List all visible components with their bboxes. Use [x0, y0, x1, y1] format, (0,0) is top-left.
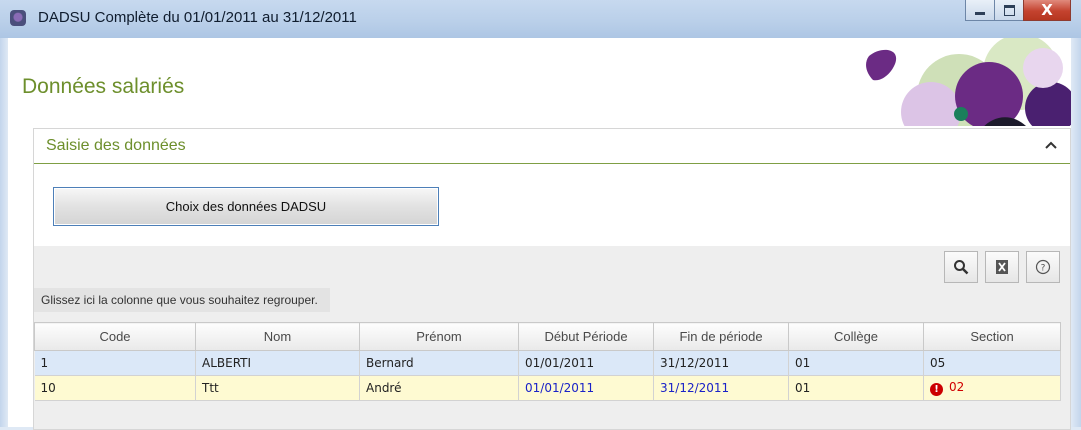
table-row[interactable]: 1 ALBERTI Bernard 01/01/2011 31/12/2011 … [34, 350, 1061, 376]
help-button[interactable]: ? [1026, 251, 1060, 283]
cell-college[interactable]: 01 [788, 375, 924, 401]
title-bar: DADSU Complète du 01/01/2011 au 31/12/20… [0, 0, 1081, 39]
minimize-button[interactable] [965, 0, 995, 21]
choose-dadsu-data-button[interactable]: Choix des données DADSU [53, 187, 439, 226]
cell-nom[interactable]: Ttt [195, 375, 360, 401]
cell-prenom[interactable]: Bernard [359, 350, 519, 376]
cell-code[interactable]: 1 [34, 350, 196, 376]
group-by-drop-area[interactable]: Glissez ici la colonne que vous souhaite… [34, 288, 330, 312]
table-header-row: Code Nom Prénom Début Période Fin de pér… [34, 322, 1061, 351]
chevron-up-icon[interactable] [1044, 138, 1058, 152]
cell-code[interactable]: 10 [34, 375, 196, 401]
cell-section-error[interactable]: ! 02 [923, 375, 1061, 401]
close-icon: X [1041, 0, 1053, 19]
minimize-icon [975, 12, 985, 15]
cell-prenom[interactable]: André [359, 375, 519, 401]
section-header[interactable]: Saisie des données [34, 129, 1070, 164]
column-header-section[interactable]: Section [923, 322, 1061, 351]
choice-area: Choix des données DADSU [34, 164, 1070, 246]
section-title: Saisie des données [46, 137, 186, 154]
cell-college[interactable]: 01 [788, 350, 924, 376]
cell-debut-periode[interactable]: 01/01/2011 [518, 350, 654, 376]
window-border-right [1071, 38, 1081, 427]
window-controls: X [965, 0, 1071, 21]
search-icon [954, 260, 969, 275]
column-header-debut-periode[interactable]: Début Période [518, 322, 654, 351]
error-icon: ! [930, 383, 943, 396]
excel-icon [996, 260, 1008, 274]
client-area: Données salariés Saisie des données Choi… [8, 38, 1071, 430]
close-button[interactable]: X [1023, 0, 1071, 21]
column-header-prenom[interactable]: Prénom [359, 322, 519, 351]
grid-zone: ? Glissez ici la colonne que vous souhai… [34, 246, 1070, 429]
data-entry-section: Saisie des données Choix des données DAD… [33, 128, 1071, 430]
employees-table: Code Nom Prénom Début Période Fin de pér… [34, 322, 1061, 401]
column-header-nom[interactable]: Nom [195, 322, 360, 351]
help-icon: ? [1035, 259, 1051, 275]
excel-export-button[interactable] [985, 251, 1019, 283]
maximize-icon [1003, 4, 1015, 16]
decorative-circles-logo [811, 38, 1071, 130]
svg-text:?: ? [1041, 264, 1046, 274]
table-row[interactable]: 10 Ttt André 01/01/2011 31/12/2011 01 ! 0… [34, 375, 1061, 401]
column-header-college[interactable]: Collège [788, 322, 924, 351]
cell-debut-periode[interactable]: 01/01/2011 [518, 375, 654, 401]
page-title: Données salariés [22, 75, 185, 98]
window-border-left [0, 38, 8, 427]
column-header-code[interactable]: Code [34, 322, 196, 351]
cell-nom[interactable]: ALBERTI [195, 350, 360, 376]
cell-section[interactable]: 05 [923, 350, 1061, 376]
maximize-button[interactable] [994, 0, 1024, 21]
cell-fin-periode[interactable]: 31/12/2011 [653, 375, 789, 401]
search-button[interactable] [944, 251, 978, 283]
cell-fin-periode[interactable]: 31/12/2011 [653, 350, 789, 376]
window-title: DADSU Complète du 01/01/2011 au 31/12/20… [38, 9, 357, 26]
app-icon [10, 10, 26, 26]
cell-section-value: 02 [949, 380, 965, 394]
column-header-fin-periode[interactable]: Fin de période [653, 322, 789, 351]
